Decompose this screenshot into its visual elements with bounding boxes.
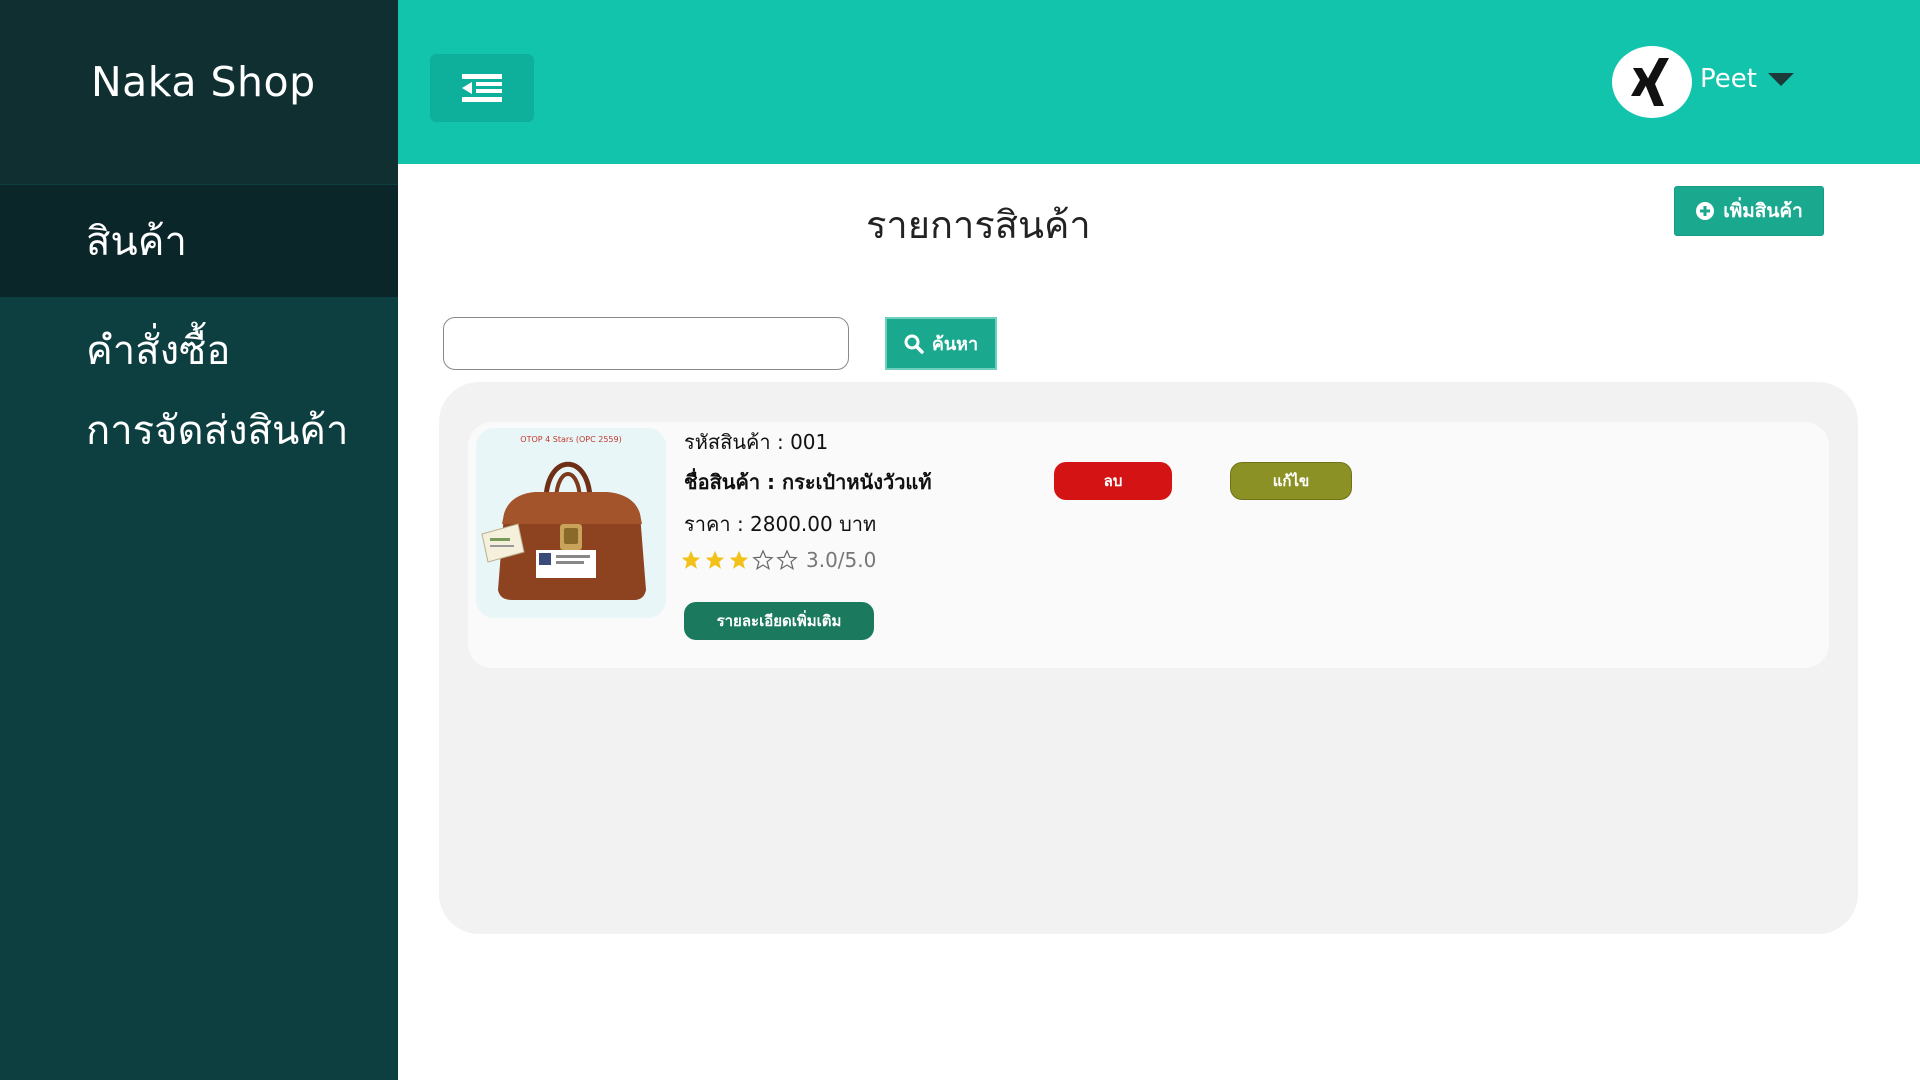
- product-name: ชื่อสินค้า : กระเป๋าหนังวัวแท้: [684, 470, 932, 494]
- brand-title[interactable]: Naka Shop: [91, 58, 316, 106]
- sidebar-item-shipping[interactable]: การจัดส่งสินค้า: [0, 380, 398, 480]
- add-product-label: เพิ่มสินค้า: [1723, 200, 1803, 222]
- caret-down-icon: [1768, 73, 1794, 86]
- menu-toggle-button[interactable]: [430, 54, 534, 122]
- menu-collapse-icon: [462, 74, 502, 102]
- product-detail-button[interactable]: รายละเอียดเพิ่มเติม: [684, 602, 874, 640]
- sidebar-item-label: สินค้า: [86, 219, 187, 265]
- edit-product-button[interactable]: แก้ไข: [1230, 462, 1352, 500]
- product-rating: 3.0/5.0: [680, 548, 876, 572]
- product-card: OTOP 4 Stars (OPC 2559) รหัสสินค้า: 001…: [468, 422, 1829, 668]
- product-price: ราคา : 2800.00 บาท: [684, 512, 877, 536]
- plus-circle-icon: [1696, 202, 1715, 220]
- leather-bag-image: OTOP 4 Stars (OPC 2559): [476, 428, 666, 618]
- add-product-button[interactable]: เพิ่มสินค้า: [1674, 186, 1824, 236]
- search-button[interactable]: ค้นหา: [885, 317, 997, 370]
- star-filled-icon: [681, 550, 701, 569]
- product-image[interactable]: OTOP 4 Stars (OPC 2559): [476, 428, 666, 618]
- star-empty-icon: [752, 549, 774, 570]
- product-code: รหัสสินค้า : 001: [684, 430, 829, 454]
- brand-area: Naka Shop: [0, 0, 398, 184]
- product-list-panel: OTOP 4 Stars (OPC 2559) รหัสสินค้า: 001…: [439, 382, 1858, 934]
- star-empty-icon: [776, 549, 798, 570]
- page-title: รายการสินค้า: [866, 203, 1091, 247]
- user-name[interactable]: Peet: [1700, 64, 1757, 94]
- xing-logo-icon: [1631, 58, 1669, 106]
- image-caption: OTOP 4 Stars (OPC 2559): [520, 435, 621, 444]
- delete-product-button[interactable]: ลบ: [1054, 462, 1172, 500]
- rating-text: 3.0/5.0: [806, 548, 877, 572]
- search-icon: [904, 334, 924, 354]
- search-input[interactable]: [443, 317, 849, 370]
- user-menu-dropdown[interactable]: [1768, 72, 1794, 91]
- star-filled-icon: [705, 550, 725, 569]
- sidebar-item-products[interactable]: สินค้า: [0, 185, 398, 297]
- sidebar: Naka Shop สินค้า คำสั่งซื้อ การจัดส่งสิน…: [0, 0, 398, 1080]
- star-filled-icon: [729, 550, 749, 569]
- topbar: Peet: [398, 0, 1920, 164]
- sidebar-item-label: การจัดส่งสินค้า: [86, 408, 349, 454]
- avatar[interactable]: [1612, 46, 1692, 118]
- search-button-label: ค้นหา: [931, 334, 979, 355]
- sidebar-item-label: คำสั่งซื้อ: [86, 328, 231, 374]
